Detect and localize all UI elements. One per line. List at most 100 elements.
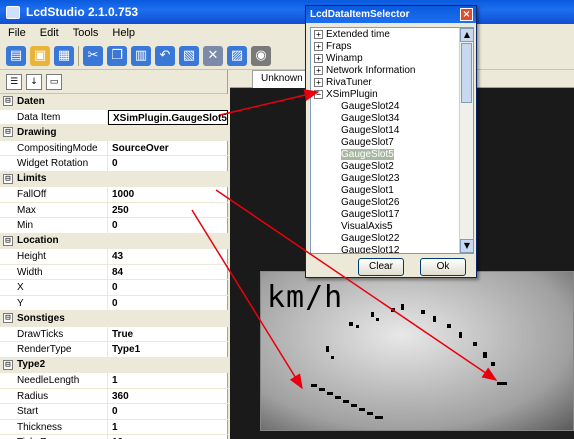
- tab-unknown[interactable]: Unknown: [252, 70, 312, 88]
- tree-leaf[interactable]: GaugeSlot24: [311, 100, 473, 112]
- property-row[interactable]: RenderType Type1: [0, 342, 228, 358]
- tree-node[interactable]: + Fraps: [311, 40, 473, 52]
- tree-leaf[interactable]: GaugeSlot1: [311, 184, 473, 196]
- collapse-icon[interactable]: −: [314, 89, 323, 99]
- expand-icon[interactable]: +: [314, 29, 323, 39]
- property-row[interactable]: Max 250: [0, 202, 228, 218]
- close-icon[interactable]: ×: [460, 8, 473, 21]
- clear-button[interactable]: Clear: [358, 258, 404, 276]
- tree-leaf[interactable]: GaugeSlot22: [311, 232, 473, 244]
- property-row[interactable]: Y0: [0, 295, 228, 311]
- copy-icon[interactable]: ❐: [107, 45, 127, 66]
- collapse-icon[interactable]: ⊟: [3, 173, 13, 184]
- lcd-preview[interactable]: km/h: [260, 271, 574, 431]
- expand-icon[interactable]: +: [314, 53, 323, 63]
- tree-leaf[interactable]: GaugeSlot26: [311, 196, 473, 208]
- category-4[interactable]: ⊟ Sonstiges: [0, 311, 228, 327]
- tree-leaf[interactable]: GaugeSlot12: [311, 244, 473, 254]
- property-row[interactable]: Start 0: [0, 404, 228, 420]
- property-value[interactable]: True: [108, 327, 228, 342]
- menu-help[interactable]: Help: [112, 27, 135, 39]
- expand-icon[interactable]: +: [314, 41, 323, 51]
- cut-icon[interactable]: ✂: [83, 45, 103, 66]
- tree-node[interactable]: + RivaTuner: [311, 76, 473, 88]
- tree-leaf[interactable]: VisualAxis5: [311, 220, 473, 232]
- property-row[interactable]: DrawTicks True: [0, 326, 228, 342]
- category-3[interactable]: ⊟ Location: [0, 233, 228, 249]
- property-value[interactable]: 0: [108, 404, 228, 420]
- property-row[interactable]: Thickness 1: [0, 419, 228, 435]
- expand-icon[interactable]: +: [314, 77, 323, 87]
- property-value[interactable]: 0: [108, 280, 228, 296]
- property-value[interactable]: XSimPlugin.GaugeSlot5: [108, 109, 228, 125]
- tree-leaf[interactable]: GaugeSlot14: [311, 124, 473, 136]
- property-row[interactable]: FallOff 1000: [0, 187, 228, 203]
- tree-leaf[interactable]: GaugeSlot2: [311, 160, 473, 172]
- ok-button[interactable]: Ok: [420, 258, 466, 276]
- property-value[interactable]: 1000: [108, 187, 228, 203]
- category-0[interactable]: ⊟ Daten: [0, 94, 228, 110]
- property-value[interactable]: 1: [108, 373, 228, 389]
- expand-icon[interactable]: +: [314, 65, 323, 75]
- scroll-thumb[interactable]: [461, 43, 472, 103]
- save-icon[interactable]: ▦: [54, 45, 74, 66]
- scroll-down-icon[interactable]: ▼: [460, 239, 473, 253]
- tree-leaf[interactable]: GaugeSlot34: [311, 112, 473, 124]
- property-row[interactable]: Width 84: [0, 264, 228, 280]
- property-value[interactable]: 10: [108, 435, 228, 439]
- category-2[interactable]: ⊟ Limits: [0, 171, 228, 187]
- new-icon[interactable]: ▤: [6, 45, 26, 66]
- property-label: CompositingMode: [0, 140, 108, 156]
- property-row[interactable]: TicksEvery10: [0, 435, 228, 439]
- property-row[interactable]: NeedleLength 1: [0, 373, 228, 389]
- collapse-icon[interactable]: ⊟: [3, 235, 13, 246]
- property-value[interactable]: 360: [108, 389, 228, 404]
- property-row[interactable]: X0: [0, 280, 228, 296]
- property-value[interactable]: 0: [108, 296, 228, 311]
- menu-file[interactable]: File: [8, 27, 26, 39]
- tree-leaf[interactable]: GaugeSlot23: [311, 172, 473, 184]
- tree-leaf[interactable]: GaugeSlot17: [311, 208, 473, 220]
- device-icon[interactable]: ▧: [179, 45, 199, 66]
- property-value[interactable]: 1: [108, 420, 228, 435]
- tree-node[interactable]: + Network Information: [311, 64, 473, 76]
- menu-edit[interactable]: Edit: [40, 27, 59, 39]
- collapse-icon[interactable]: ⊟: [3, 127, 13, 138]
- tree-leaf[interactable]: GaugeSlot7: [311, 136, 473, 148]
- tools-icon[interactable]: ✕: [203, 45, 223, 66]
- collapse-icon[interactable]: ⊟: [3, 313, 13, 324]
- collapse-icon[interactable]: ⊟: [3, 359, 13, 370]
- category-5[interactable]: ⊟ Type2: [0, 357, 228, 373]
- category-1[interactable]: ⊟ Drawing: [0, 125, 228, 141]
- tree-leaf[interactable]: GaugeSlot5: [311, 148, 473, 160]
- property-value[interactable]: SourceOver: [108, 141, 228, 156]
- camera-icon[interactable]: ◉: [251, 45, 271, 66]
- tree-node[interactable]: + Winamp: [311, 52, 473, 64]
- categorized-icon[interactable]: ☰: [6, 73, 22, 90]
- paste-icon[interactable]: ▥: [131, 45, 151, 66]
- property-row[interactable]: Widget Rotation 0: [0, 156, 228, 172]
- property-row[interactable]: Radius 360: [0, 388, 228, 404]
- tree-scrollbar[interactable]: ▲ ▼: [459, 28, 473, 253]
- property-value[interactable]: 43: [108, 249, 228, 265]
- open-folder-icon[interactable]: ▣: [30, 45, 50, 66]
- scroll-up-icon[interactable]: ▲: [460, 28, 473, 42]
- property-value[interactable]: 250: [108, 203, 228, 218]
- tree-node[interactable]: − XSimPlugin: [311, 88, 473, 100]
- collapse-icon[interactable]: ⊟: [3, 96, 13, 107]
- tree-node[interactable]: + Extended time: [311, 28, 473, 40]
- property-value[interactable]: Type1: [108, 342, 228, 358]
- property-pages-icon[interactable]: ▭: [46, 73, 62, 90]
- property-row[interactable]: Data Item XSimPlugin.GaugeSlot5: [0, 109, 228, 125]
- property-row[interactable]: CompositingMode SourceOver: [0, 140, 228, 156]
- property-value[interactable]: 84: [108, 265, 228, 280]
- property-value[interactable]: 0: [108, 218, 228, 234]
- print-icon[interactable]: ▨: [227, 45, 247, 66]
- sort-alpha-icon[interactable]: ↓: [26, 73, 42, 90]
- property-row[interactable]: Min 0: [0, 218, 228, 234]
- menu-tools[interactable]: Tools: [73, 27, 99, 39]
- property-value[interactable]: 0: [108, 156, 228, 172]
- data-item-tree[interactable]: ▲ ▼ + Extended time + Fraps + Winamp + Network …: [310, 27, 474, 254]
- undo-icon[interactable]: ↶: [155, 45, 175, 66]
- property-row[interactable]: Height 43: [0, 249, 228, 265]
